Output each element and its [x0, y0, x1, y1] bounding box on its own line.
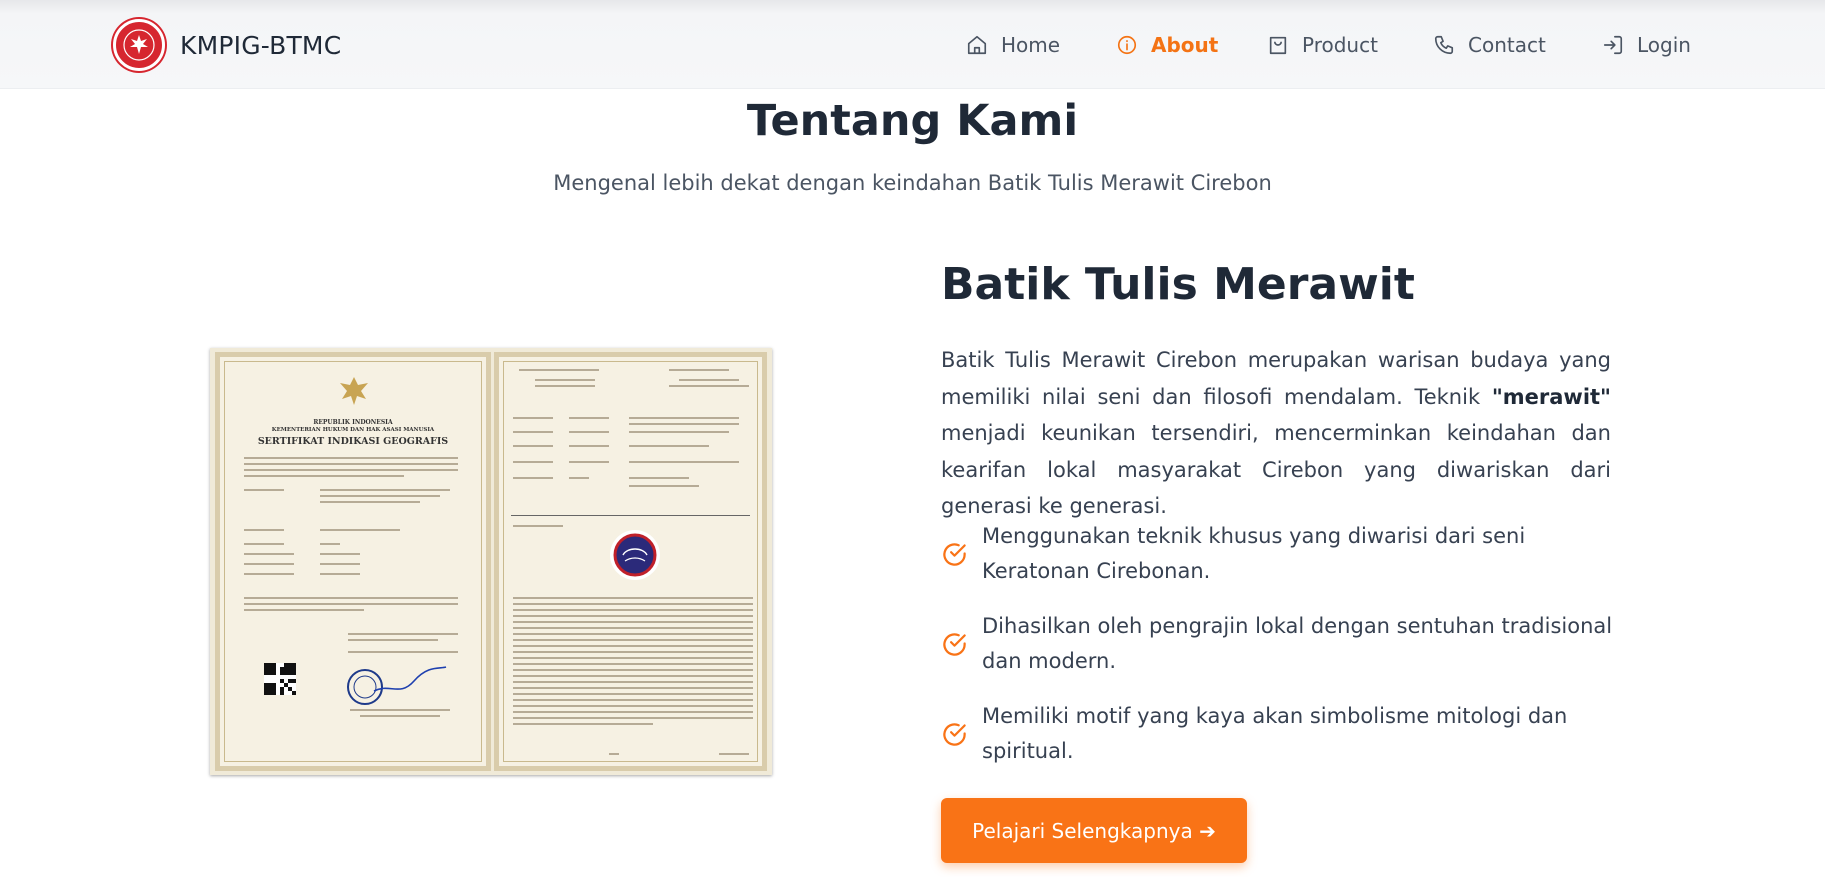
brand-name: KMPIG-BTMC: [180, 30, 342, 60]
certificate-page-left: REPUBLIK INDONESIA KEMENTERIAN HUKUM DAN…: [215, 352, 491, 771]
info-icon: [1117, 35, 1137, 55]
nav-login[interactable]: Login: [1602, 33, 1691, 57]
nav-contact-label: Contact: [1468, 33, 1546, 57]
merawit-logo-icon: [610, 530, 660, 580]
shopping-bag-icon: [1269, 36, 1287, 55]
nav-home[interactable]: Home: [966, 33, 1060, 57]
phone-icon: [1434, 35, 1454, 55]
navbar: KMPIG-BTMC Home About Product Contact Lo…: [0, 0, 1825, 89]
feature-text: Menggunakan teknik khusus yang diwarisi …: [982, 524, 1526, 583]
brand-logo: [113, 19, 165, 71]
nav-about[interactable]: About: [1116, 33, 1218, 57]
certificate-ministry: KEMENTERIAN HUKUM DAN HAK ASASI MANUSIA: [271, 427, 435, 433]
nav-product-label: Product: [1302, 33, 1378, 57]
certificate-title: SERTIFIKAT INDIKASI GEOGRAFIS: [257, 436, 449, 447]
check-circle-icon: [943, 542, 966, 566]
nav-about-label: About: [1151, 33, 1219, 57]
page-title: Tentang Kami: [746, 96, 1079, 146]
home-icon: [967, 35, 987, 55]
feature-text: Memiliki motif yang kaya akan simbolisme…: [982, 704, 1568, 763]
section-description: Batik Tulis Merawit Cirebon merupakan wa…: [941, 342, 1611, 525]
check-circle-icon: [943, 722, 966, 746]
feature-item: Dihasilkan oleh pengrajin lokal dengan s…: [941, 609, 1621, 679]
page-subtitle: Mengenal lebih dekat dengan keindahan Ba…: [553, 171, 1272, 195]
nav-login-label: Login: [1637, 33, 1691, 57]
nav-contact[interactable]: Contact: [1433, 33, 1546, 57]
description-highlight: "merawit": [1491, 384, 1611, 409]
description-text-end: menjadi keunikan tersendiri, mencerminka…: [941, 421, 1611, 518]
brand[interactable]: KMPIG-BTMC: [113, 19, 341, 71]
nav-home-label: Home: [1001, 33, 1061, 57]
feature-item: Memiliki motif yang kaya akan simbolisme…: [941, 699, 1621, 769]
qr-code-icon: [264, 663, 296, 695]
learn-more-button[interactable]: Pelajari Selengkapnya ➔: [941, 798, 1247, 863]
feature-text: Dihasilkan oleh pengrajin lokal dengan s…: [982, 614, 1613, 673]
feature-item: Menggunakan teknik khusus yang diwarisi …: [941, 519, 1621, 589]
check-circle-icon: [943, 632, 966, 656]
signature-icon: [373, 666, 447, 692]
login-icon: [1603, 35, 1623, 55]
garuda-emblem-icon: [340, 377, 368, 405]
certificate-image: REPUBLIK INDONESIA KEMENTERIAN HUKUM DAN…: [210, 348, 772, 775]
section-heading: Batik Tulis Merawit: [941, 259, 1415, 310]
certificate-page-right: [494, 352, 767, 771]
nav-product[interactable]: Product: [1267, 33, 1378, 57]
certificate-republic: REPUBLIK INDONESIA: [313, 419, 393, 426]
